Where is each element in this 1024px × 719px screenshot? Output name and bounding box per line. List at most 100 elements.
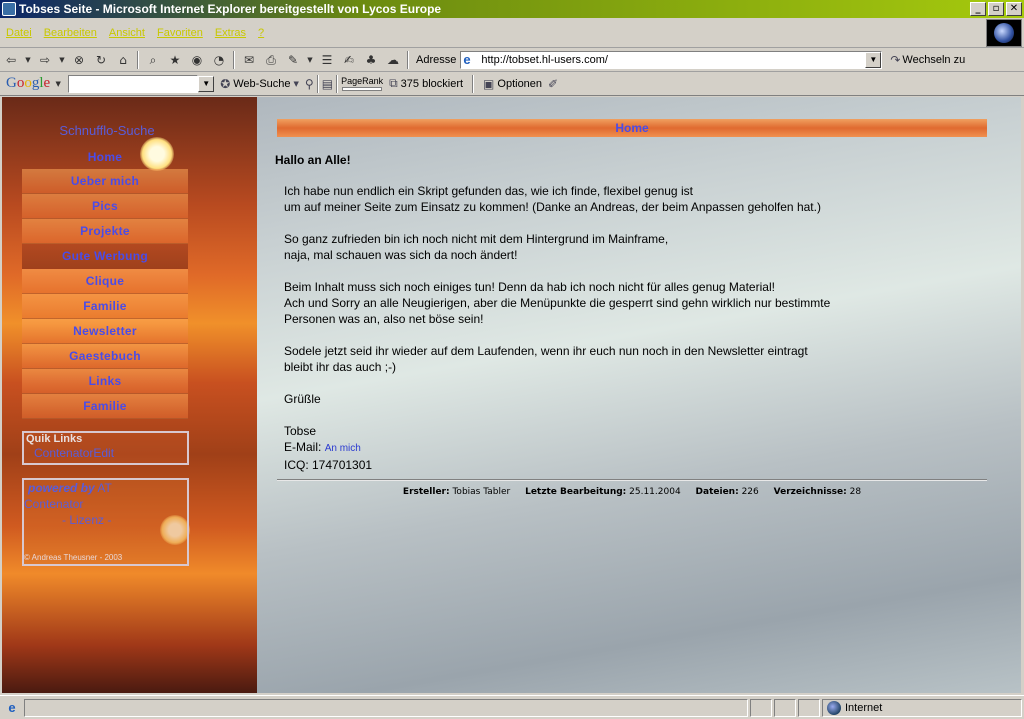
research-icon[interactable]: ✍ — [340, 51, 358, 69]
highlight-pen-icon[interactable]: ✐ — [548, 77, 558, 91]
dirs-label: Verzeichnisse: — [773, 487, 847, 497]
text-line: naja, mal schauen was sich da noch änder… — [284, 248, 518, 262]
security-zone[interactable]: Internet — [822, 698, 1022, 717]
chat-icon[interactable]: ☁ — [384, 51, 402, 69]
minimize-button[interactable]: _ — [970, 2, 986, 16]
menu-datei[interactable]: Datei — [6, 27, 32, 39]
main-header-home-link[interactable]: Home — [615, 121, 648, 135]
text-line: Personen was an, also net böse sein! — [284, 312, 484, 326]
address-bar[interactable]: e http://tobset.hl-users.com/ ▼ — [460, 50, 883, 69]
search-icon[interactable]: ⌕ — [144, 51, 162, 69]
popup-blocker-button[interactable]: ⧉ 375 blockiert — [389, 76, 463, 91]
nav-item-gaestebuch[interactable]: Gaestebuch — [22, 344, 188, 369]
toolbar-separator — [336, 74, 339, 93]
options-icon: ▣ — [483, 76, 495, 91]
edit-dropdown-icon[interactable]: ▼ — [306, 51, 314, 69]
menu-bearbeiten[interactable]: Bearbeiten — [44, 27, 97, 39]
google-search-input[interactable] — [68, 74, 199, 93]
pagerank-indicator[interactable]: PageRank — [341, 76, 383, 91]
mail-icon[interactable]: ✉ — [240, 51, 258, 69]
discuss-icon[interactable]: ☰ — [318, 51, 336, 69]
copyright-text: © Andreas Theusner - 2003 — [24, 553, 123, 562]
toolbar-separator — [233, 50, 235, 69]
paragraph: So ganz zufrieden bin ich noch nicht mit… — [284, 231, 995, 263]
nav-item-projekte[interactable]: Projekte — [22, 219, 188, 244]
menu-bar: Datei Bearbeiten Ansicht Favoriten Extra… — [0, 18, 1024, 48]
media-icon[interactable]: ◉ — [188, 51, 206, 69]
ie-app-icon[interactable] — [2, 2, 16, 16]
pagerank-bar — [342, 86, 383, 91]
globe-icon — [994, 23, 1014, 43]
messenger-icon[interactable]: ♣ — [362, 51, 380, 69]
web-search-dropdown-icon[interactable]: ▼ — [294, 80, 299, 88]
powered-by-at: AT — [97, 481, 112, 495]
quiklinks-contenator-edit[interactable]: ContenatorEdit — [24, 446, 187, 461]
google-search-dropdown-icon[interactable]: ▼ — [198, 75, 215, 92]
back-icon[interactable]: ⇦ — [2, 51, 20, 69]
powered-by-box: powered by AT Contenator - Lizenz - © An… — [22, 478, 189, 566]
news-icon[interactable]: ▤ — [322, 77, 333, 91]
address-url[interactable]: http://tobset.hl-users.com/ — [481, 54, 865, 66]
nav-item-clique[interactable]: Clique — [22, 269, 188, 294]
greeting-heading: Hallo an Alle! — [275, 153, 351, 167]
nav-item-pics[interactable]: Pics — [22, 194, 188, 219]
text-line: Ach und Sorry an alle Neugierigen, aber … — [284, 296, 831, 310]
text-line: Sodele jetzt seid ihr wieder auf dem Lau… — [284, 344, 808, 358]
go-button[interactable]: ↷ Wechseln zu — [890, 53, 965, 67]
back-dropdown-icon[interactable]: ▼ — [24, 51, 32, 69]
footer-divider — [277, 479, 987, 481]
text-line: bleibt ihr das auch ;-) — [284, 360, 397, 374]
paragraph: Sodele jetzt seid ihr wieder auf dem Lau… — [284, 343, 995, 375]
powered-by-line[interactable]: powered by AT — [24, 480, 187, 496]
web-search-button[interactable]: ✪ Web-Suche ▼ — [220, 77, 299, 91]
popup-blocker-icon: ⧉ — [389, 76, 398, 90]
maximize-button[interactable]: ▫ — [988, 2, 1004, 16]
internet-zone-icon — [827, 700, 841, 715]
sidebar-search-title[interactable]: Schnufflo-Suche — [2, 123, 212, 138]
status-cell — [750, 698, 772, 717]
address-dropdown-icon[interactable]: ▼ — [865, 51, 882, 68]
print-icon[interactable]: ⎙ — [262, 51, 280, 69]
license-link[interactable]: - Lizenz - — [24, 512, 187, 528]
window-titlebar[interactable]: Tobses Seite - Microsoft Internet Explor… — [0, 0, 1024, 18]
window-title: Tobses Seite - Microsoft Internet Explor… — [19, 2, 442, 16]
google-dropdown-icon[interactable]: ▼ — [54, 75, 62, 93]
nav-item-gute-werbung[interactable]: Gute Werbung — [22, 244, 188, 269]
status-cell — [774, 698, 796, 717]
nav-item-familie-2[interactable]: Familie — [22, 394, 188, 419]
body-text: Ich habe nun endlich ein Skript gefunden… — [275, 183, 995, 473]
nav-item-familie[interactable]: Familie — [22, 294, 188, 319]
google-logo[interactable]: Google — [6, 75, 50, 92]
options-button[interactable]: ▣ Optionen — [483, 77, 542, 91]
standard-toolbar: ⇦ ▼ ⇨ ▼ ⊗ ↻ ⌂ ⌕ ★ ◉ ◔ ✉ ⎙ ✎ ▼ ☰ ✍ ♣ ☁ Ad… — [0, 48, 1024, 72]
page-viewport: Schnufflo-Suche Home Ueber mich Pics Pro… — [2, 97, 1021, 693]
email-link[interactable]: An mich — [325, 443, 361, 454]
menu-favoriten[interactable]: Favoriten — [157, 27, 203, 39]
text-line: So ganz zufrieden bin ich noch nicht mit… — [284, 232, 669, 246]
edit-icon[interactable]: ✎ — [284, 51, 302, 69]
forward-icon[interactable]: ⇨ — [36, 51, 54, 69]
quiklinks-box: Quik Links ContenatorEdit — [22, 431, 189, 465]
find-icon[interactable]: ⚲ — [305, 77, 314, 91]
files-value: 226 — [741, 487, 759, 497]
nav-item-home[interactable]: Home — [22, 144, 188, 169]
stop-icon[interactable]: ⊗ — [70, 51, 88, 69]
history-icon[interactable]: ◔ — [210, 51, 228, 69]
powered-by-name[interactable]: Contenator — [24, 496, 187, 512]
web-search-label: Web-Suche — [233, 77, 291, 90]
close-button[interactable]: ✕ — [1006, 2, 1022, 16]
footer-info: Ersteller: Tobias Tabler Letzte Bearbeit… — [277, 487, 987, 497]
nav-item-ueber-mich[interactable]: Ueber mich — [22, 169, 188, 194]
favorites-icon[interactable]: ★ — [166, 51, 184, 69]
menu-help[interactable]: ? — [258, 27, 264, 39]
menu-ansicht[interactable]: Ansicht — [109, 27, 145, 39]
creator-label: Ersteller: — [402, 487, 450, 497]
nav-item-newsletter[interactable]: Newsletter — [22, 319, 188, 344]
refresh-icon[interactable]: ↻ — [92, 51, 110, 69]
home-icon[interactable]: ⌂ — [114, 51, 132, 69]
email-label: E-Mail: — [284, 440, 322, 454]
menu-extras[interactable]: Extras — [215, 27, 246, 39]
forward-dropdown-icon[interactable]: ▼ — [58, 51, 66, 69]
nav-item-links[interactable]: Links — [22, 369, 188, 394]
go-arrow-icon: ↷ — [890, 52, 901, 67]
